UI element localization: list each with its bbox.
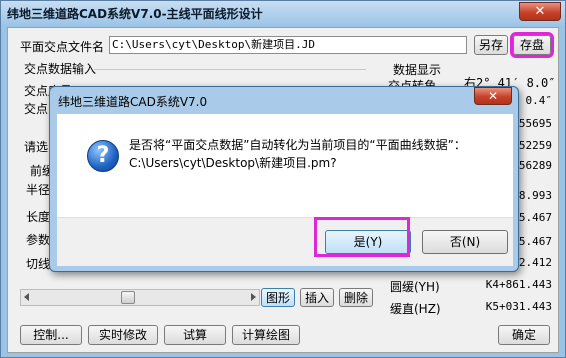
window-close-button[interactable]: ✕	[519, 2, 561, 21]
horizontal-scrollbar[interactable]	[20, 289, 260, 306]
param-label-1: 半径	[26, 183, 51, 197]
insert-button[interactable]: 插入	[300, 288, 334, 307]
dialog-footer: 是(Y) 否(N)	[57, 217, 513, 266]
file-name-field[interactable]: C:\Users\cyt\Desktop\新建项目.JD	[109, 36, 467, 54]
right-value-5: 8.993	[518, 189, 552, 202]
ok-button[interactable]: 确定	[498, 325, 550, 345]
file-name-label: 平面交点文件名	[20, 40, 105, 54]
right-value-10: K5+031.443	[485, 300, 552, 313]
right-value-3: 52259	[518, 139, 552, 152]
delete-button[interactable]: 删除	[339, 288, 373, 307]
scroll-left-arrow[interactable]	[24, 293, 29, 301]
dialog-message: 是否将“平面交点数据”自动转化为当前项目的“平面曲线数据”： C:\Users\…	[129, 136, 466, 172]
param-label-3: 参数	[26, 233, 51, 247]
save-button[interactable]: 存盘	[510, 32, 554, 58]
dialog-close-button[interactable]: ✕	[474, 87, 512, 105]
close-icon: ✕	[487, 89, 499, 103]
dialog-title: 纬地三维道路CAD系统V7.0	[58, 95, 208, 109]
no-button[interactable]: 否(N)	[422, 230, 508, 254]
right-value-4: 56289	[518, 159, 552, 172]
group-divider	[94, 69, 366, 70]
scroll-thumb[interactable]	[121, 291, 135, 304]
point-data-group-title: 交点数据输入	[24, 62, 97, 76]
dialog-message-line1: 是否将“平面交点数据”自动转化为当前项目的“平面曲线数据”：	[129, 138, 466, 152]
realtime-edit-button[interactable]: 实时修改	[88, 325, 158, 345]
right-value-9: K4+861.443	[485, 278, 552, 291]
right-label-9: 圆缓(YH)	[390, 280, 440, 294]
trial-compute-button[interactable]: 试算	[164, 325, 226, 345]
save-as-button[interactable]: 另存	[474, 35, 508, 55]
yes-button[interactable]: 是(Y)	[325, 230, 411, 254]
question-icon: ?	[87, 140, 119, 172]
data-display-title: 数据显示	[393, 63, 442, 77]
close-icon: ✕	[534, 4, 546, 19]
point-label: 交点	[24, 102, 49, 116]
main-titlebar: 纬地三维道路CAD系统V7.0-主线平面线形设计 ✕	[1, 1, 565, 25]
confirm-dialog: 纬地三维道路CAD系统V7.0 ✕ ? 是否将“平面交点数据”自动转化为当前项目…	[49, 86, 519, 272]
window-title: 纬地三维道路CAD系统V7.0-主线平面线形设计	[7, 7, 263, 21]
compute-plot-button[interactable]: 计算绘图	[232, 325, 300, 345]
param-label-4: 切线	[26, 257, 51, 271]
scroll-right-arrow[interactable]	[251, 293, 256, 301]
right-value-8: 2.412	[518, 256, 552, 269]
dialog-body: ? 是否将“平面交点数据”自动转化为当前项目的“平面曲线数据”： C:\User…	[57, 114, 513, 217]
select-label: 请选	[24, 140, 49, 154]
control-button[interactable]: 控制...	[20, 325, 82, 345]
right-value-2: 55695	[518, 117, 552, 130]
graph-button[interactable]: 图形	[261, 288, 295, 307]
right-value-6: 5.467	[518, 211, 552, 224]
right-label-10: 缓直(HZ)	[390, 302, 441, 316]
param-label-2: 长度	[26, 210, 51, 224]
dialog-message-line2: C:\Users\cyt\Desktop\新建项目.pm?	[129, 156, 337, 170]
right-value-1: 0.4″	[525, 94, 553, 107]
right-value-7: 5.467	[518, 235, 552, 248]
